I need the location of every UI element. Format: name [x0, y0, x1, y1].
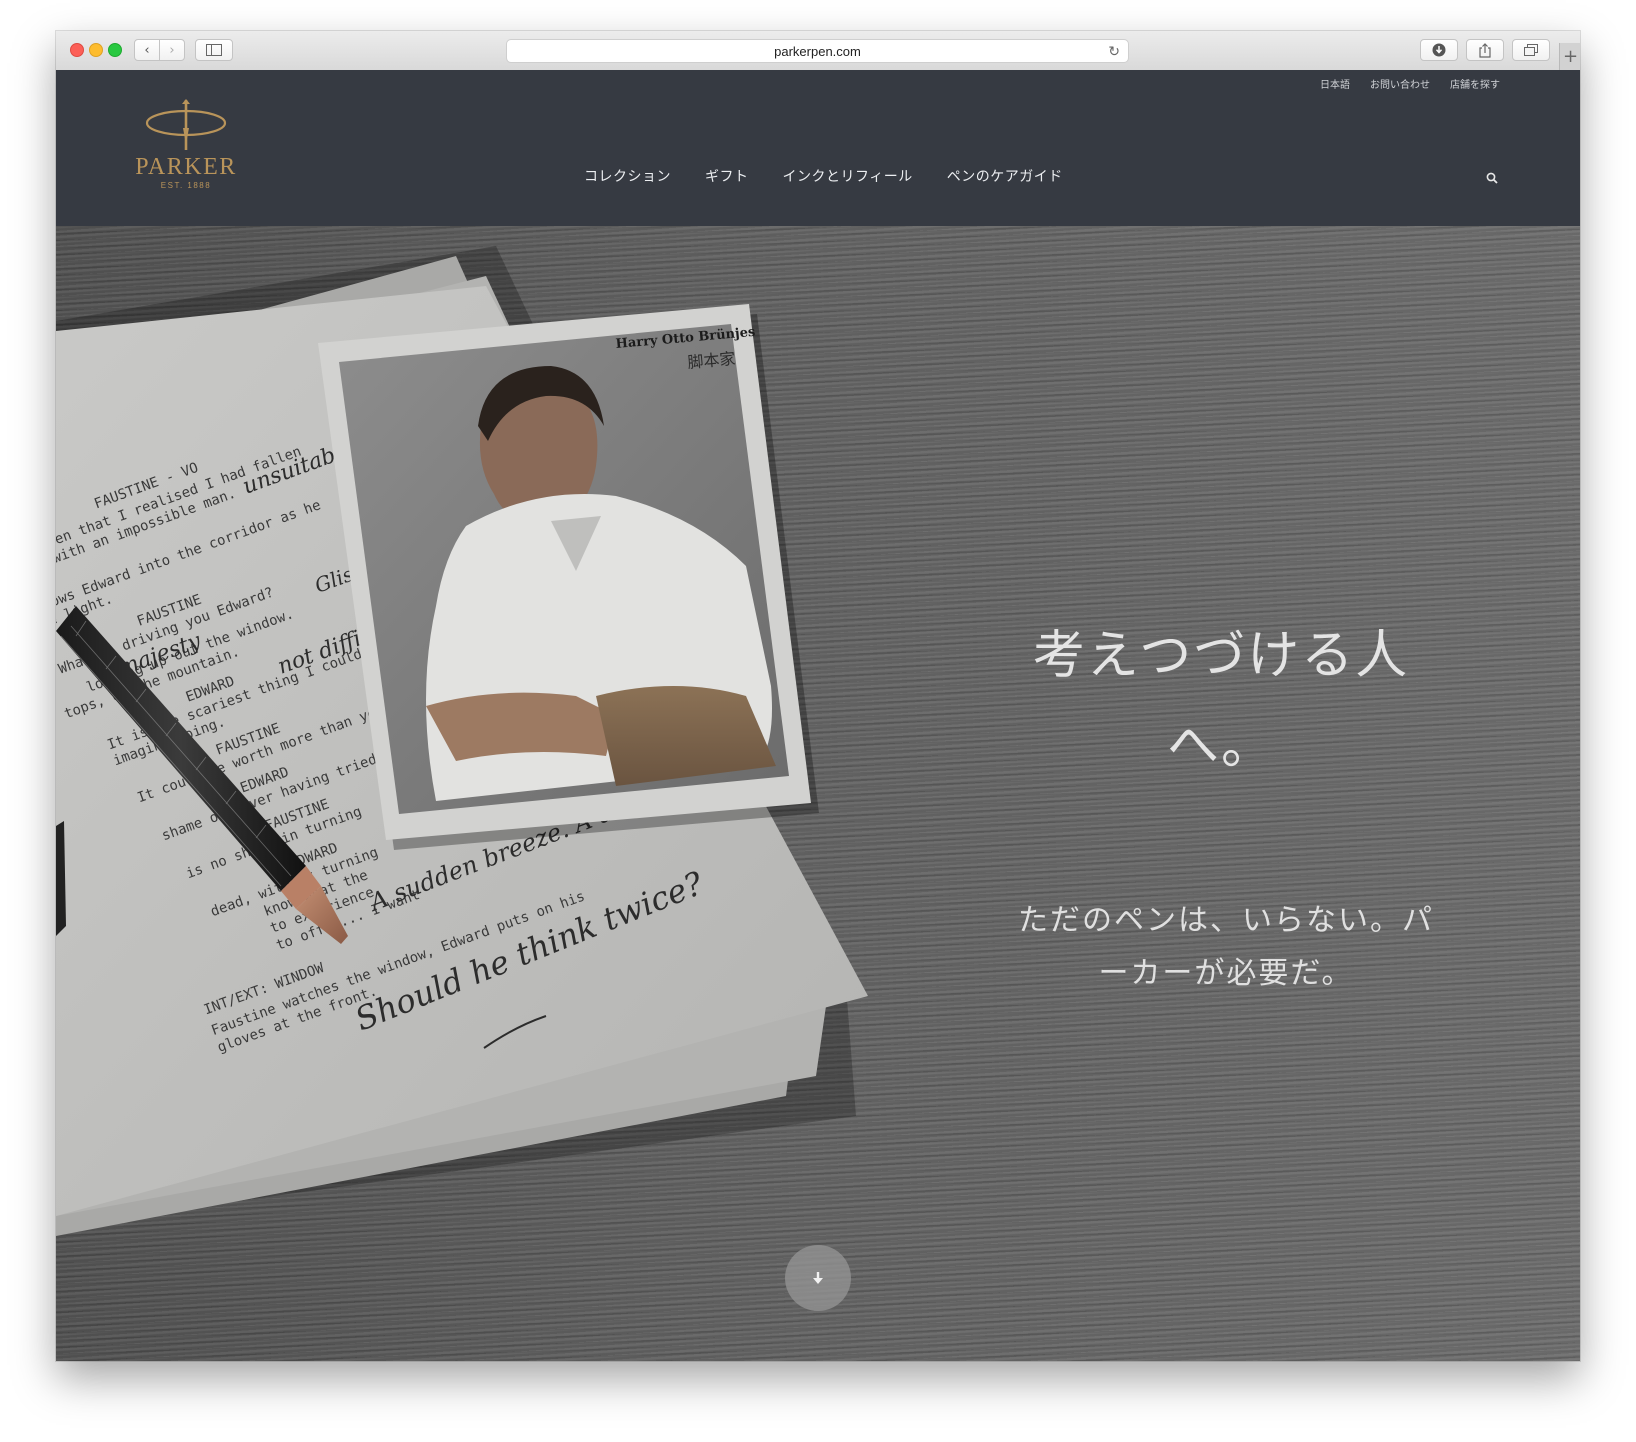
site-header: 日本語 お問い合わせ 店舗を探す PARKER EST. 1888 コレクション…: [56, 70, 1580, 226]
window-close-button[interactable]: [70, 43, 84, 57]
nav-item-gift[interactable]: ギフト: [705, 166, 749, 186]
address-bar[interactable]: parkerpen.com ↻: [506, 39, 1129, 63]
hero-subheadline-line-1: ただのペンは、いらない。パ: [1018, 903, 1434, 938]
hero-headline-line-2: へ。: [1166, 716, 1275, 776]
hero-image: FAUSTINE - VO was then that I realised I…: [56, 246, 868, 1236]
nav-item-ink-refill[interactable]: インクとリフィール: [783, 166, 913, 186]
show-tabs-button[interactable]: [1512, 39, 1550, 61]
tabs-icon: [1524, 44, 1538, 56]
share-icon: [1479, 42, 1491, 58]
nav-item-collection[interactable]: コレクション: [584, 166, 671, 186]
window-maximize-button[interactable]: [108, 43, 122, 57]
hero-headline-line-1: 考えつづける人: [1032, 626, 1410, 686]
logo-established: EST. 1888: [160, 181, 212, 190]
downloads-button[interactable]: [1420, 39, 1458, 61]
chevron-left-icon: ‹: [144, 42, 150, 58]
arrow-down-icon: [813, 1272, 823, 1284]
sidebar-icon: [206, 44, 222, 56]
language-link[interactable]: 日本語: [1320, 76, 1350, 91]
parker-logo[interactable]: PARKER EST. 1888: [134, 98, 238, 198]
window-minimize-button[interactable]: [89, 43, 103, 57]
search-icon[interactable]: [1486, 172, 1498, 184]
chevron-right-icon: ›: [169, 42, 175, 58]
logo-wordmark: PARKER: [135, 154, 237, 180]
hero-subheadline: ただのペンは、いらない。パ ーカーが必要だ。: [991, 894, 1461, 1000]
browser-toolbar: ‹ › parkerpen.com ↻ +: [56, 31, 1580, 71]
forward-button[interactable]: ›: [159, 39, 185, 61]
address-url: parkerpen.com: [774, 43, 861, 59]
new-tab-button[interactable]: +: [1559, 43, 1580, 70]
plus-icon: +: [1562, 46, 1579, 67]
browser-window: ‹ › parkerpen.com ↻ + 日本語 お問い合わせ 店舗を探す P…: [56, 31, 1580, 1361]
main-nav: コレクション ギフト インクとリフィール ペンのケアガイド: [584, 166, 1063, 186]
download-icon: [1432, 43, 1446, 57]
back-button[interactable]: ‹: [134, 39, 160, 61]
scroll-down-button[interactable]: [785, 1245, 851, 1311]
store-locator-link[interactable]: 店舗を探す: [1450, 76, 1500, 91]
reload-icon[interactable]: ↻: [1108, 43, 1120, 60]
hero-section: FAUSTINE - VO was then that I realised I…: [56, 226, 1580, 1361]
utility-nav: 日本語 お問い合わせ 店舗を探す: [1320, 76, 1500, 91]
nav-item-pen-care-guide[interactable]: ペンのケアガイド: [947, 166, 1063, 186]
portrait-photo: Harry Otto Brünjes 脚本家: [318, 304, 819, 850]
hero-headline: 考えつづける人 へ。: [996, 611, 1446, 791]
hero-subheadline-line-2: ーカーが必要だ。: [1098, 956, 1354, 991]
share-button[interactable]: [1466, 39, 1504, 61]
sidebar-toggle-button[interactable]: [195, 39, 233, 61]
contact-link[interactable]: お問い合わせ: [1370, 76, 1430, 91]
parker-arrow-emblem-icon: [145, 99, 227, 150]
